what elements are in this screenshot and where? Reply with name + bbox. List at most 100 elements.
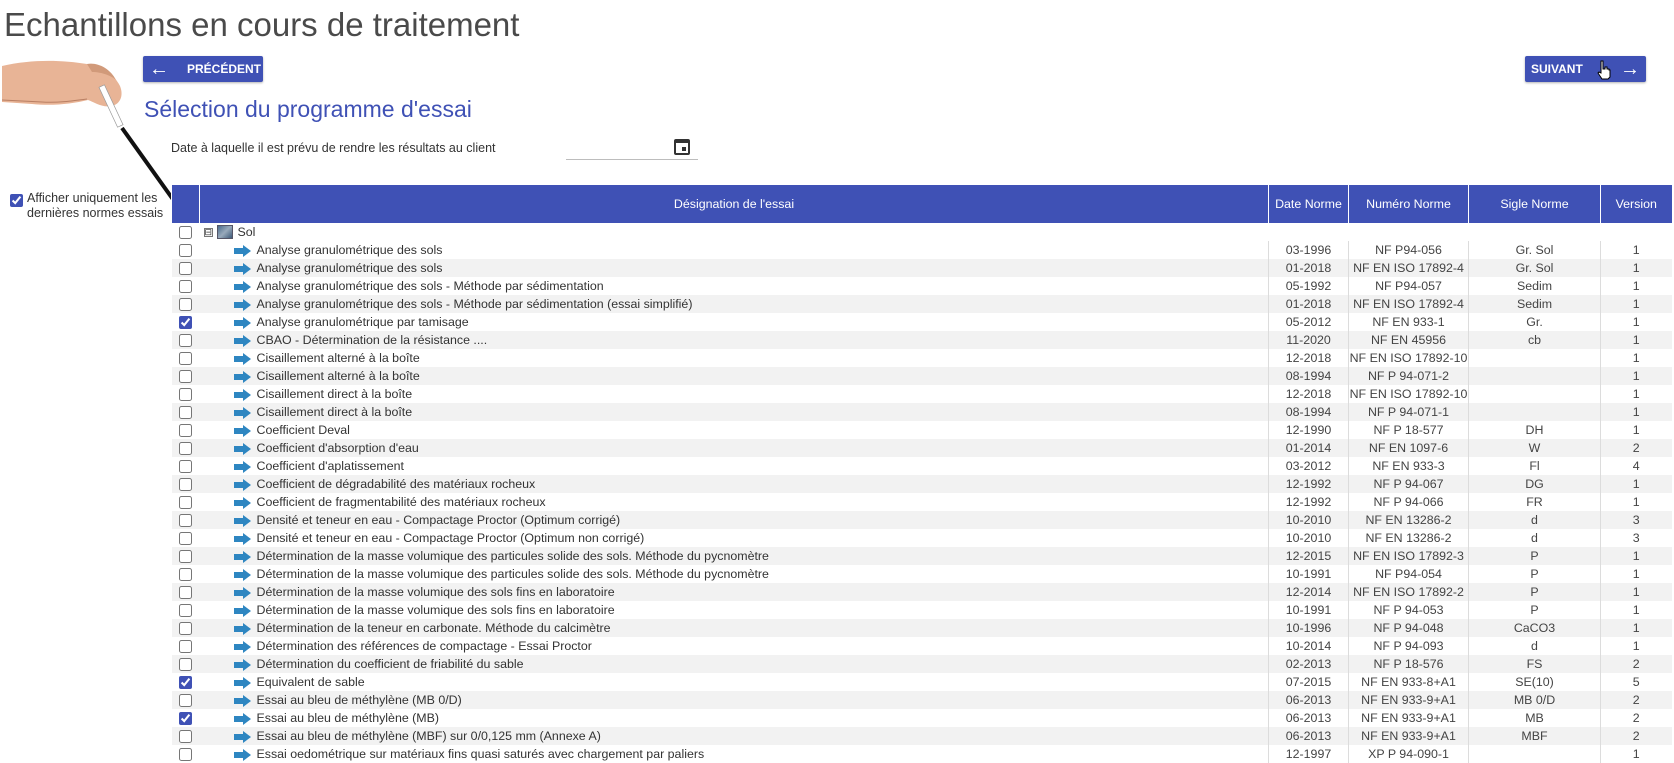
row-checkbox[interactable] — [179, 532, 192, 546]
test-name: Coefficient d'aplatissement — [256, 459, 404, 473]
table-row[interactable]: Coefficient Deval 12-1990 NF P 18-577 DH 1 — [171, 421, 1672, 439]
table-row[interactable]: Coefficient de dégradabilité des matéria… — [171, 475, 1672, 493]
arrow-right-icon — [233, 568, 251, 581]
norm-sigle: DG — [1468, 475, 1601, 493]
row-checkbox[interactable] — [179, 334, 192, 348]
table-row[interactable]: Détermination des références de compacta… — [171, 637, 1672, 655]
row-checkbox[interactable] — [179, 406, 192, 420]
arrow-right-icon — [233, 280, 251, 293]
row-checkbox[interactable] — [179, 622, 192, 636]
norm-version: 1 — [1600, 277, 1672, 295]
header-designation[interactable]: Désignation de l'essai — [199, 185, 1269, 223]
row-checkbox[interactable] — [179, 514, 192, 528]
table-row[interactable]: Cisaillement alterné à la boîte 12-2018 NF… — [171, 349, 1672, 367]
calendar-icon[interactable] — [674, 139, 690, 155]
row-checkbox[interactable] — [179, 496, 192, 510]
test-name: Essai au bleu de méthylène (MB 0/D) — [256, 693, 462, 707]
latest-norms-filter[interactable]: Afficher uniquement les dernières normes… — [10, 191, 163, 221]
date-input[interactable] — [566, 136, 666, 158]
soil-group-icon — [216, 225, 233, 240]
table-row[interactable]: Essai au bleu de méthylène (MB) 06-2013 NF… — [171, 709, 1672, 727]
row-checkbox[interactable] — [179, 442, 192, 456]
header-numero[interactable]: Numéro Norme — [1348, 185, 1469, 223]
table-row[interactable]: Analyse granulométrique des sols - Métho… — [171, 295, 1672, 313]
row-checkbox[interactable] — [179, 712, 192, 726]
hand-cursor-icon — [1597, 60, 1611, 80]
header-date[interactable]: Date Norme — [1268, 185, 1349, 223]
norm-version: 1 — [1600, 637, 1672, 655]
row-checkbox[interactable] — [179, 352, 192, 366]
next-button[interactable]: SUIVANT → — [1525, 56, 1646, 82]
table-row[interactable]: Détermination de la masse volumique des … — [171, 547, 1672, 565]
previous-button[interactable]: ← PRÉCÉDENT — [143, 56, 263, 82]
row-checkbox[interactable] — [179, 550, 192, 564]
row-checkbox[interactable] — [179, 244, 192, 258]
norm-date: 06-2013 — [1268, 691, 1349, 709]
norm-version: 5 — [1600, 673, 1672, 691]
header-version[interactable]: Version — [1600, 185, 1672, 223]
row-checkbox[interactable] — [179, 748, 192, 762]
row-checkbox[interactable] — [179, 262, 192, 276]
table-row[interactable]: Détermination du coefficient de friabili… — [171, 655, 1672, 673]
table-row[interactable]: Cisaillement direct à la boîte 12-2018 NF … — [171, 385, 1672, 403]
test-name: Cisaillement alterné à la boîte — [256, 369, 420, 383]
norm-sigle: SE(10) — [1468, 673, 1601, 691]
table-row[interactable]: CBAO - Détermination de la résistance ..… — [171, 331, 1672, 349]
table-row[interactable]: Analyse granulométrique des sols 01-2018 N… — [171, 259, 1672, 277]
row-checkbox[interactable] — [179, 586, 192, 600]
table-row[interactable]: Coefficient d'aplatissement 03-2012 NF EN … — [171, 457, 1672, 475]
table-row[interactable]: Cisaillement alterné à la boîte 08-1994 NF… — [171, 367, 1672, 385]
row-checkbox[interactable] — [179, 658, 192, 672]
table-row[interactable]: Analyse granulométrique des sols - Métho… — [171, 277, 1672, 295]
test-name: Analyse granulométrique des sols - Métho… — [256, 279, 604, 293]
table-row[interactable]: Détermination de la masse volumique des … — [171, 583, 1672, 601]
table-row[interactable]: Coefficient d'absorption d'eau 01-2014 NF … — [171, 439, 1672, 457]
table-row[interactable]: Equivalent de sable 07-2015 NF EN 933-8+A1… — [171, 673, 1672, 691]
arrow-right-icon — [233, 514, 251, 527]
norm-date: 08-1994 — [1268, 403, 1349, 421]
row-checkbox[interactable] — [179, 604, 192, 618]
table-row[interactable]: Analyse granulométrique par tamisage 05-2… — [171, 313, 1672, 331]
group-checkbox[interactable] — [179, 226, 192, 240]
group-label: Sol — [237, 224, 256, 239]
table-row[interactable]: Analyse granulométrique des sols 03-1996 N… — [171, 241, 1672, 259]
norm-version: 1 — [1600, 583, 1672, 601]
table-row[interactable]: Essai au bleu de méthylène (MBF) sur 0/0… — [171, 727, 1672, 745]
row-checkbox[interactable] — [179, 694, 192, 708]
table-row[interactable]: Coefficient de fragmentabilité des matér… — [171, 493, 1672, 511]
table-row[interactable]: Essai oedométrique sur matériaux fins qu… — [171, 745, 1672, 763]
norm-sigle: P — [1468, 583, 1601, 601]
norm-sigle: Gr. Sol — [1468, 259, 1601, 277]
table-row[interactable]: Cisaillement direct à la boîte 08-1994 NF … — [171, 403, 1672, 421]
row-checkbox[interactable] — [179, 298, 192, 312]
row-checkbox[interactable] — [179, 316, 192, 330]
table-row[interactable]: Détermination de la masse volumique des … — [171, 565, 1672, 583]
table-row[interactable]: Détermination de la teneur en carbonate.… — [171, 619, 1672, 637]
row-checkbox[interactable] — [179, 676, 192, 690]
collapse-toggle-icon[interactable]: ⊟ — [203, 227, 213, 237]
header-sigle[interactable]: Sigle Norme — [1468, 185, 1601, 223]
norm-version: 1 — [1600, 259, 1672, 277]
row-checkbox[interactable] — [179, 424, 192, 438]
row-checkbox[interactable] — [179, 730, 192, 744]
norm-number: NF P 18-577 — [1348, 421, 1469, 439]
table-row[interactable]: Densité et teneur en eau - Compactage Pr… — [171, 529, 1672, 547]
table-row[interactable]: Détermination de la masse volumique des … — [171, 601, 1672, 619]
row-checkbox[interactable] — [179, 568, 192, 582]
norm-date: 12-2018 — [1268, 385, 1349, 403]
test-name: Cisaillement direct à la boîte — [256, 405, 413, 419]
latest-norms-checkbox[interactable] — [10, 194, 23, 207]
row-checkbox[interactable] — [179, 370, 192, 384]
table-row[interactable]: Densité et teneur en eau - Compactage Pr… — [171, 511, 1672, 529]
row-checkbox[interactable] — [179, 640, 192, 654]
arrow-right-icon — [233, 262, 251, 275]
table-row[interactable]: Essai au bleu de méthylène (MB 0/D) 06-20… — [171, 691, 1672, 709]
row-checkbox[interactable] — [179, 280, 192, 294]
norm-date: 12-2018 — [1268, 349, 1349, 367]
norm-sigle: P — [1468, 601, 1601, 619]
norm-sigle: P — [1468, 547, 1601, 565]
row-checkbox[interactable] — [179, 388, 192, 402]
row-checkbox[interactable] — [179, 478, 192, 492]
norm-number: NF P94-057 — [1348, 277, 1469, 295]
row-checkbox[interactable] — [179, 460, 192, 474]
